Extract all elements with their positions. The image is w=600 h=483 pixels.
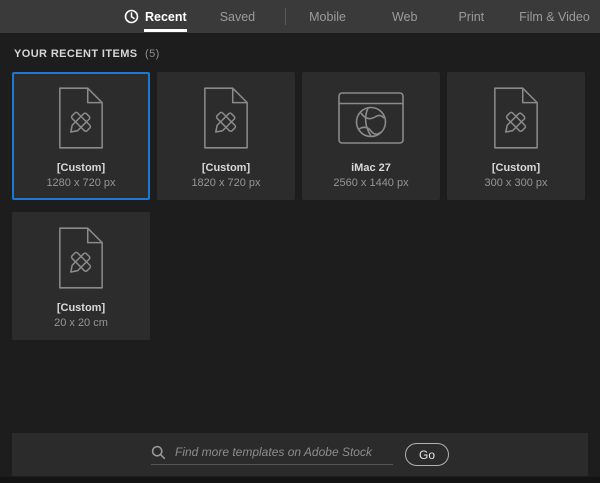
card-dimensions: 1820 x 720 px [191, 177, 260, 189]
recent-items-title: YOUR RECENT ITEMS [14, 48, 138, 60]
tab-group-divider [285, 8, 286, 25]
card-title: [Custom] [57, 162, 105, 174]
adobe-stock-search-bar: Go [12, 433, 588, 476]
card-title: [Custom] [492, 162, 540, 174]
go-button[interactable]: Go [405, 443, 449, 466]
stock-search-field [151, 445, 393, 465]
tab-film-video-label: Film & Video [519, 10, 590, 24]
tab-web[interactable]: Web [392, 0, 417, 33]
tab-web-label: Web [392, 10, 417, 24]
search-icon [151, 445, 166, 460]
tab-mobile-label: Mobile [309, 10, 346, 24]
card-title: [Custom] [202, 162, 250, 174]
active-tab-underline [144, 29, 187, 32]
display-globe-icon [337, 85, 405, 151]
card-dimensions: 2560 x 1440 px [333, 177, 408, 189]
tab-print[interactable]: Print [458, 0, 484, 33]
custom-document-icon [491, 85, 541, 151]
bottom-edge-strip [0, 477, 600, 483]
tab-print-label: Print [458, 10, 484, 24]
recent-item-card-custom-1280x720[interactable]: [Custom] 1280 x 720 px [12, 72, 150, 200]
recent-item-card-custom-300x300[interactable]: [Custom] 300 x 300 px [447, 72, 585, 200]
custom-document-icon [56, 85, 106, 151]
clock-icon [124, 9, 139, 24]
custom-document-icon [56, 225, 106, 291]
tab-recent-label: Recent [145, 10, 187, 24]
tab-recent[interactable]: Recent [124, 0, 187, 33]
custom-document-icon [201, 85, 251, 151]
card-dimensions: 1280 x 720 px [46, 177, 115, 189]
recent-item-card-custom-1820x720[interactable]: [Custom] 1820 x 720 px [157, 72, 295, 200]
tab-saved[interactable]: Saved [220, 0, 255, 33]
card-title: iMac 27 [351, 162, 391, 174]
recent-item-card-imac-27[interactable]: iMac 27 2560 x 1440 px [302, 72, 440, 200]
recent-items-grid: [Custom] 1280 x 720 px [Custom] 1820 x 7… [12, 72, 588, 340]
recent-item-card-custom-20x20cm[interactable]: [Custom] 20 x 20 cm [12, 212, 150, 340]
card-title: [Custom] [57, 302, 105, 314]
tab-mobile[interactable]: Mobile [309, 0, 346, 33]
card-dimensions: 300 x 300 px [485, 177, 548, 189]
tab-film-video[interactable]: Film & Video [519, 0, 590, 33]
stock-search-input[interactable] [175, 445, 393, 459]
tab-saved-label: Saved [220, 10, 255, 24]
card-dimensions: 20 x 20 cm [54, 317, 108, 329]
recent-items-count: (5) [145, 48, 160, 60]
new-document-tab-bar: Recent Saved Mobile Web Print Film & Vid… [0, 0, 600, 33]
recent-items-header: YOUR RECENT ITEMS (5) [0, 33, 600, 72]
